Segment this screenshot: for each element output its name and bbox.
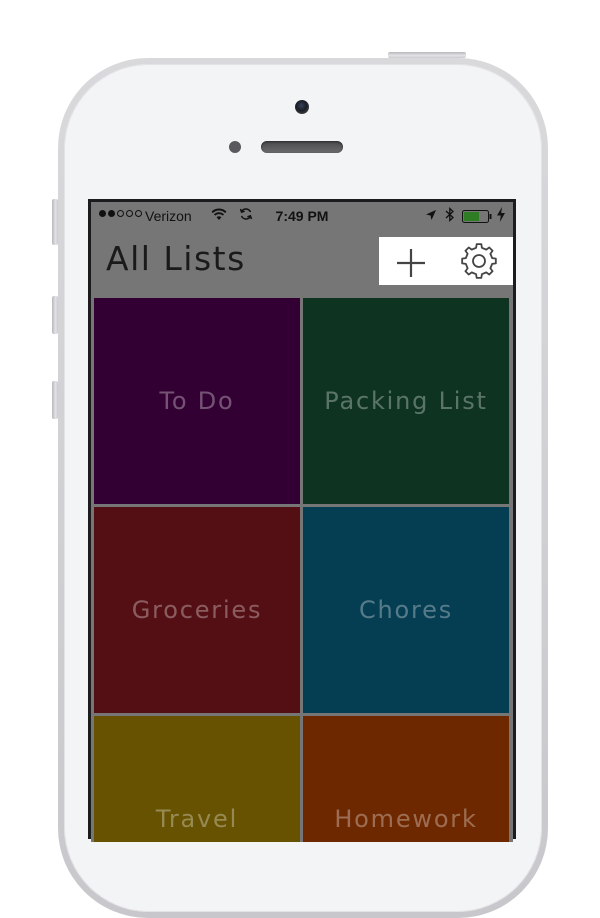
- bluetooth-icon: [445, 207, 454, 222]
- list-tile[interactable]: To Do: [94, 298, 300, 504]
- front-camera: [295, 100, 309, 114]
- list-tile-label: Packing List: [324, 387, 488, 415]
- plus-icon: [397, 249, 425, 277]
- list-tile[interactable]: Packing List: [303, 298, 509, 504]
- list-tile[interactable]: Homework: [303, 716, 509, 842]
- earpiece-speaker: [261, 141, 343, 153]
- list-tile-label: To Do: [159, 387, 235, 415]
- location-arrow-icon: [426, 210, 436, 220]
- list-tile-label: Homework: [334, 805, 478, 833]
- add-list-button[interactable]: [391, 242, 431, 282]
- app-screen: Verizon 7:49 PM All Lists To Do Packing …: [91, 202, 513, 842]
- list-tile-label: Chores: [358, 596, 454, 624]
- list-tile[interactable]: Groceries: [94, 507, 300, 713]
- list-tile[interactable]: Travel: [94, 716, 300, 842]
- nav-actions-panel: [379, 237, 513, 285]
- gear-icon: [461, 243, 497, 279]
- battery-icon: [462, 210, 492, 223]
- settings-button[interactable]: [459, 241, 499, 281]
- page-title: All Lists: [106, 239, 246, 278]
- list-tile-label: Groceries: [131, 596, 263, 624]
- proximity-sensor: [229, 141, 241, 153]
- list-tile[interactable]: Chores: [303, 507, 509, 713]
- charging-bolt-icon: [497, 207, 505, 222]
- list-tile-label: Travel: [155, 805, 239, 833]
- status-bar: Verizon 7:49 PM: [91, 202, 513, 232]
